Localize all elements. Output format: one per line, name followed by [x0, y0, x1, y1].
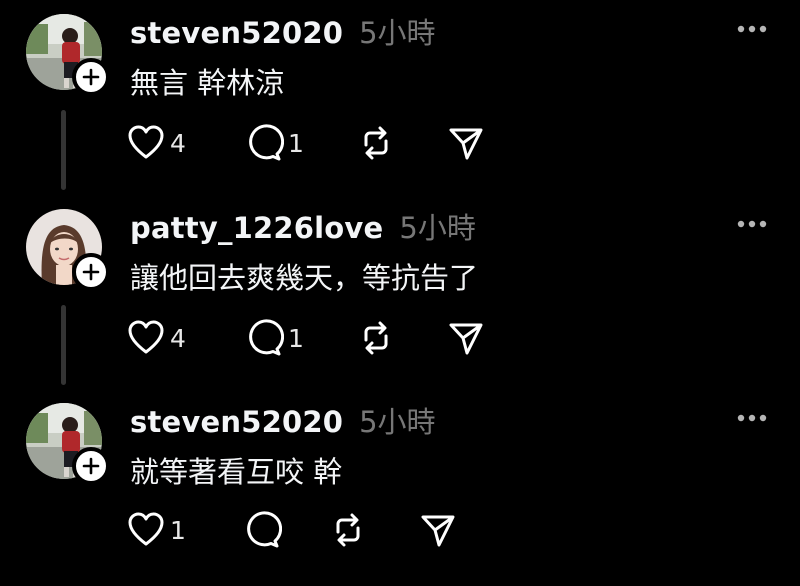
- plus-icon: [82, 457, 100, 475]
- comment-icon: [249, 319, 284, 356]
- more-icon[interactable]: [736, 411, 768, 425]
- heart-icon: [128, 320, 164, 354]
- post-header: steven52020 5小時: [130, 399, 436, 439]
- follow-button[interactable]: [72, 58, 110, 96]
- repost-icon: [364, 126, 388, 160]
- post-text: 無言 幹林涼: [130, 66, 285, 100]
- repost-icon: [336, 513, 360, 547]
- send-icon: [449, 128, 483, 160]
- like-button[interactable]: 4: [126, 118, 244, 168]
- like-count: 1: [170, 515, 186, 545]
- reply-post: steven52020 5小時 就等著看互咬 幹 1: [0, 389, 800, 586]
- username[interactable]: patty_1226love: [130, 211, 383, 245]
- action-bar: 4 1: [126, 313, 506, 363]
- timestamp: 5小時: [399, 211, 476, 245]
- thread-line: [61, 110, 66, 190]
- repost-button[interactable]: [356, 313, 446, 363]
- username[interactable]: steven52020: [130, 16, 343, 50]
- post-header: steven52020 5小時: [130, 10, 436, 50]
- thread-line: [61, 305, 66, 385]
- repost-button[interactable]: [356, 118, 446, 168]
- like-count: 4: [170, 128, 186, 158]
- heart-icon: [128, 125, 164, 159]
- share-button[interactable]: [446, 313, 506, 363]
- repost-button[interactable]: [328, 505, 418, 555]
- post-text: 讓他回去爽幾天，等抗告了: [130, 261, 479, 295]
- plus-icon: [82, 68, 100, 86]
- action-bar: 1: [126, 505, 478, 555]
- reply-button[interactable]: [242, 505, 328, 555]
- like-button[interactable]: 1: [126, 505, 242, 555]
- reply-post: patty_1226love 5小時 讓他回去爽幾天，等抗告了 4 1: [0, 195, 800, 390]
- like-count: 4: [170, 323, 186, 353]
- share-button[interactable]: [418, 505, 478, 555]
- follow-button[interactable]: [72, 253, 110, 291]
- share-button[interactable]: [446, 118, 506, 168]
- reply-count: 1: [288, 323, 304, 353]
- follow-button[interactable]: [72, 447, 110, 485]
- repost-icon: [364, 321, 388, 355]
- username[interactable]: steven52020: [130, 405, 343, 439]
- reply-button[interactable]: 1: [244, 118, 356, 168]
- heart-icon: [128, 512, 164, 546]
- timestamp: 5小時: [359, 405, 436, 439]
- more-icon[interactable]: [736, 22, 768, 36]
- plus-icon: [82, 263, 100, 281]
- send-icon: [449, 323, 483, 355]
- comment-icon: [247, 511, 282, 548]
- like-button[interactable]: 4: [126, 313, 244, 363]
- post-header: patty_1226love 5小時: [130, 205, 476, 245]
- reply-count: 1: [288, 128, 304, 158]
- send-icon: [421, 515, 455, 547]
- comment-icon: [249, 124, 284, 161]
- more-icon[interactable]: [736, 217, 768, 231]
- action-bar: 4 1: [126, 118, 506, 168]
- reply-post: steven52020 5小時 無言 幹林涼 4 1: [0, 0, 800, 195]
- reply-button[interactable]: 1: [244, 313, 356, 363]
- timestamp: 5小時: [359, 16, 436, 50]
- post-text: 就等著看互咬 幹: [130, 455, 343, 489]
